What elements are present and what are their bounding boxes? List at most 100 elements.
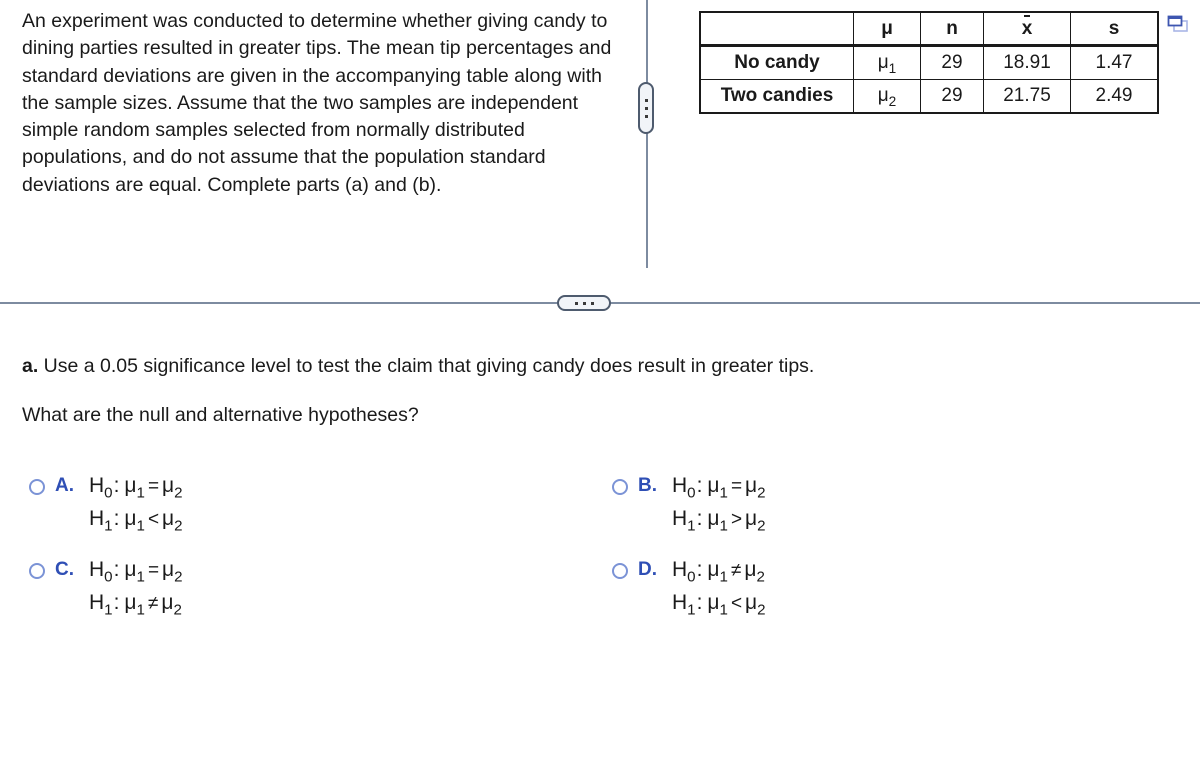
alternative-hypothesis: H1: μ1 ≠ μ2 xyxy=(89,587,183,620)
radio-button-a[interactable] xyxy=(29,479,45,495)
math-symbol: ≠ xyxy=(730,560,742,581)
math-symbol: μ xyxy=(745,507,758,530)
subscript: 1 xyxy=(104,517,113,535)
row-mu: μ1 xyxy=(853,45,921,80)
math-symbol: H xyxy=(672,591,688,614)
row-xbar: 21.75 xyxy=(983,79,1071,114)
handle-dot xyxy=(644,114,648,118)
header-label xyxy=(699,11,854,46)
math-symbol: : xyxy=(696,474,703,497)
math-symbol: < xyxy=(147,509,160,530)
math-symbol: = xyxy=(147,560,160,581)
subscript: 1 xyxy=(719,484,728,502)
subscript: 1 xyxy=(104,601,113,619)
subscript: 0 xyxy=(104,484,113,502)
option-letter: A. xyxy=(55,475,74,496)
subscript: 2 xyxy=(757,517,766,535)
radio-button-b[interactable] xyxy=(612,479,628,495)
alternative-hypothesis: H1: μ1 < μ2 xyxy=(89,503,183,536)
mu-symbol: μ xyxy=(877,85,889,106)
radio-button-d[interactable] xyxy=(612,563,628,579)
option-letter: B. xyxy=(638,475,657,496)
math-symbol: μ xyxy=(124,474,137,497)
null-hypothesis: H0: μ1 = μ2 xyxy=(89,470,183,503)
option-letter: C. xyxy=(55,559,74,580)
row-s: 2.49 xyxy=(1070,79,1159,114)
header-xbar: x xyxy=(983,11,1071,46)
mu-subscript: 2 xyxy=(888,93,897,109)
subscript: 2 xyxy=(756,568,765,586)
alternative-hypothesis: H1: μ1 < μ2 xyxy=(672,587,766,620)
math-symbol: μ xyxy=(707,474,720,497)
hypotheses: H0: μ1 = μ2 H1: μ1 < μ2 xyxy=(89,470,183,536)
math-symbol: : xyxy=(113,474,120,497)
row-label: No candy xyxy=(699,45,854,80)
math-symbol: : xyxy=(113,558,120,581)
math-symbol: < xyxy=(730,593,743,614)
option-b[interactable]: B. H0: μ1 = μ2 H1: μ1 > μ2 xyxy=(612,474,766,536)
math-symbol: : xyxy=(696,558,703,581)
problem-statement: An experiment was conducted to determine… xyxy=(22,10,612,196)
null-hypothesis: H0: μ1 ≠ μ2 xyxy=(672,554,766,587)
part-label: a. xyxy=(22,355,39,377)
math-symbol: = xyxy=(147,476,160,497)
mu-subscript: 1 xyxy=(888,60,897,76)
row-mu: μ2 xyxy=(853,79,921,114)
row-xbar: 18.91 xyxy=(983,45,1071,80)
math-symbol: : xyxy=(113,591,120,614)
row-label: Two candies xyxy=(699,79,854,114)
math-symbol: μ xyxy=(707,507,720,530)
math-symbol: μ xyxy=(161,591,174,614)
vertical-splitter-line[interactable] xyxy=(646,0,648,268)
xbar-symbol: x xyxy=(1021,14,1033,39)
math-symbol: μ xyxy=(124,591,137,614)
hypotheses: H0: μ1 = μ2 H1: μ1 ≠ μ2 xyxy=(89,554,183,620)
header-n: n xyxy=(920,11,984,46)
handle-dot xyxy=(590,301,594,305)
subscript: 1 xyxy=(136,517,145,535)
math-symbol: H xyxy=(89,507,105,530)
handle-dot xyxy=(582,301,586,305)
subscript: 2 xyxy=(173,601,182,619)
subscript: 1 xyxy=(719,601,728,619)
subscript: 2 xyxy=(757,601,766,619)
subscript: 2 xyxy=(174,484,183,502)
option-c[interactable]: C. H0: μ1 = μ2 H1: μ1 ≠ μ2 xyxy=(29,558,183,620)
subscript: 1 xyxy=(719,517,728,535)
option-letter: D. xyxy=(638,559,657,580)
radio-button-c[interactable] xyxy=(29,563,45,579)
vertical-splitter-handle[interactable] xyxy=(638,82,654,134)
math-symbol: : xyxy=(696,507,703,530)
math-symbol: μ xyxy=(124,507,137,530)
horizontal-splitter-handle[interactable] xyxy=(557,295,611,311)
mu-symbol: μ xyxy=(877,52,889,73)
math-symbol: μ xyxy=(744,558,757,581)
math-symbol: μ xyxy=(745,591,758,614)
math-symbol: μ xyxy=(745,474,758,497)
math-symbol: > xyxy=(730,509,743,530)
table-header-row: μ n x s xyxy=(699,11,1159,46)
subscript: 1 xyxy=(719,568,728,586)
handle-dot xyxy=(644,98,648,102)
math-symbol: μ xyxy=(707,591,720,614)
subscript: 1 xyxy=(136,568,145,586)
data-table: μ n x s No candy μ1 29 18.91 1.47 Two ca… xyxy=(699,11,1159,114)
header-mu: μ xyxy=(853,11,921,46)
math-symbol: : xyxy=(696,591,703,614)
math-symbol: μ xyxy=(707,558,720,581)
math-symbol: H xyxy=(672,474,688,497)
subscript: 0 xyxy=(104,568,113,586)
option-a[interactable]: A. H0: μ1 = μ2 H1: μ1 < μ2 xyxy=(29,474,183,536)
null-hypothesis: H0: μ1 = μ2 xyxy=(89,554,183,587)
handle-dot xyxy=(574,301,578,305)
math-symbol: H xyxy=(89,474,105,497)
subscript: 1 xyxy=(136,484,145,502)
subscript: 1 xyxy=(687,517,696,535)
part-text: Use a 0.05 significance level to test th… xyxy=(38,355,815,377)
popout-window-icon[interactable] xyxy=(1167,15,1189,33)
hypotheses: H0: μ1 ≠ μ2 H1: μ1 < μ2 xyxy=(672,554,766,620)
subscript: 0 xyxy=(687,484,696,502)
subscript: 1 xyxy=(136,601,145,619)
option-d[interactable]: D. H0: μ1 ≠ μ2 H1: μ1 < μ2 xyxy=(612,558,766,620)
math-symbol: μ xyxy=(162,507,175,530)
